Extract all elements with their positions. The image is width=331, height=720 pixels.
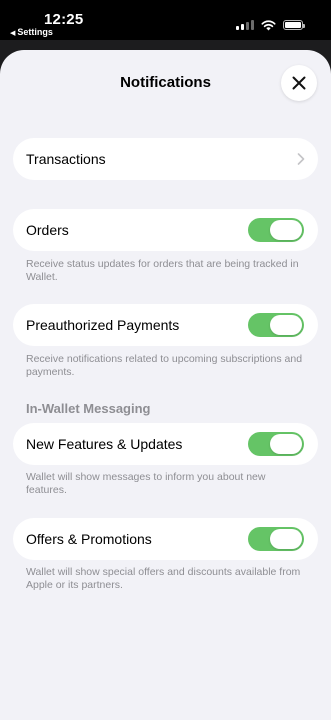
back-label: Settings: [17, 27, 53, 37]
offers-promotions-label: Offers & Promotions: [26, 531, 152, 547]
orders-footnote: Receive status updates for orders that a…: [26, 258, 299, 283]
back-triangle-icon: ◀: [10, 30, 16, 37]
orders-row: Orders: [13, 209, 318, 251]
wifi-icon: [261, 19, 276, 30]
toggle-knob: [270, 529, 302, 549]
back-to-settings-link[interactable]: ◀ Settings: [10, 27, 53, 37]
in-wallet-messaging-header: In-Wallet Messaging: [26, 401, 151, 416]
offers-promotions-toggle[interactable]: [248, 527, 304, 551]
offers-promotions-footnote: Wallet will show special offers and disc…: [26, 566, 301, 591]
close-button[interactable]: [281, 65, 317, 101]
status-icons: [236, 19, 305, 31]
orders-label: Orders: [26, 222, 69, 238]
transactions-label: Transactions: [26, 151, 106, 167]
toggle-knob: [270, 434, 302, 454]
new-features-footnote: Wallet will show messages to inform you …: [26, 471, 266, 496]
new-features-label: New Features & Updates: [26, 436, 183, 452]
status-time: 12:25: [44, 11, 84, 28]
preauthorized-payments-label: Preauthorized Payments: [26, 317, 180, 333]
orders-toggle[interactable]: [248, 218, 304, 242]
transactions-row[interactable]: Transactions: [13, 138, 318, 180]
new-features-row: New Features & Updates: [13, 423, 318, 465]
notifications-sheet: Notifications Transactions Orders Receiv…: [0, 50, 331, 720]
cellular-signal-icon: [236, 20, 254, 30]
preauthorized-payments-toggle[interactable]: [248, 313, 304, 337]
toggle-knob: [270, 220, 302, 240]
toggle-knob: [270, 315, 302, 335]
preauthorized-payments-row: Preauthorized Payments: [13, 304, 318, 346]
xmark-icon: [292, 76, 306, 90]
offers-promotions-row: Offers & Promotions: [13, 518, 318, 560]
preauthorized-payments-footnote: Receive notifications related to upcomin…: [26, 353, 303, 378]
chevron-right-icon: [297, 153, 305, 165]
battery-icon: [283, 20, 305, 30]
new-features-toggle[interactable]: [248, 432, 304, 456]
